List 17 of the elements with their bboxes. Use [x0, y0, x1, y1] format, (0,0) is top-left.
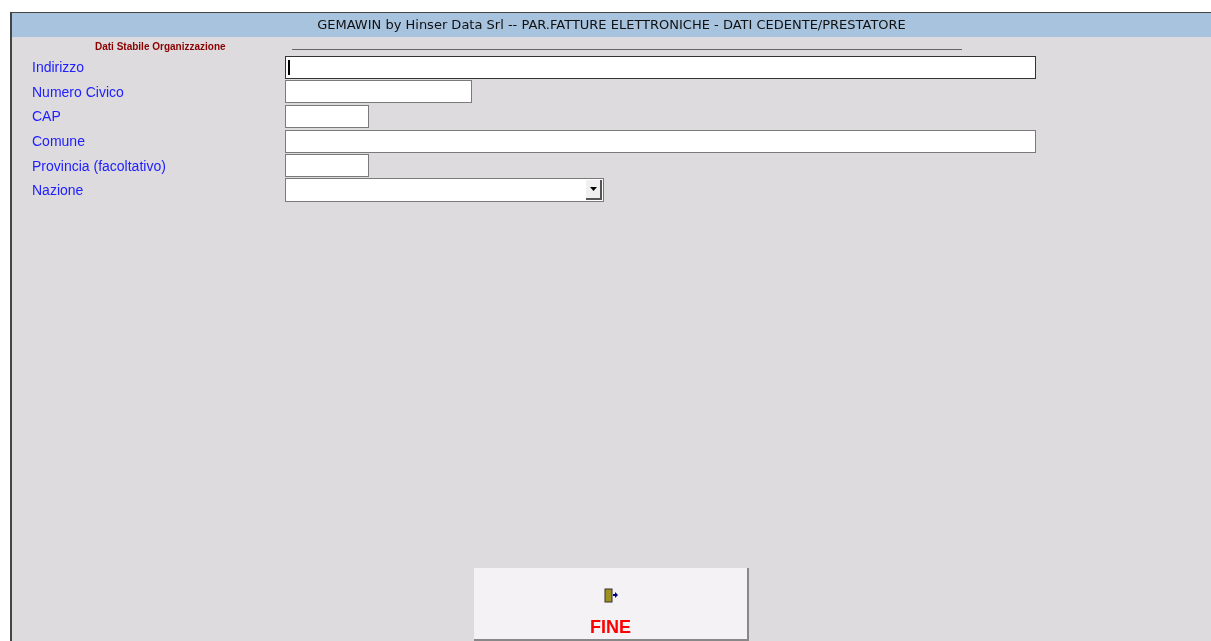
- window-title: GEMAWIN by Hinser Data Srl -- PAR.FATTURE ELETTRONICHE - DATI CEDENTE/PRESTATORE: [12, 13, 1211, 37]
- field-label: Numero Civico: [32, 84, 125, 99]
- field-label: Nazione: [32, 183, 85, 198]
- input-field[interactable]: [285, 105, 369, 128]
- input-field[interactable]: [285, 154, 369, 178]
- dropdown-field[interactable]: [285, 178, 604, 203]
- field-label: Comune: [32, 134, 86, 149]
- field-label: Indirizzo: [32, 60, 86, 75]
- section-title: Dati Stabile Organizzazione: [95, 39, 226, 54]
- input-field[interactable]: [285, 80, 472, 104]
- door-exit-icon: [602, 588, 619, 604]
- field-label: CAP: [32, 109, 62, 124]
- exit-button[interactable]: FINE: [474, 568, 749, 641]
- input-field[interactable]: [285, 55, 1036, 79]
- input-field[interactable]: [285, 129, 1036, 153]
- field-label: Provincia (facoltativo): [32, 158, 167, 173]
- caret-icon: [586, 180, 602, 201]
